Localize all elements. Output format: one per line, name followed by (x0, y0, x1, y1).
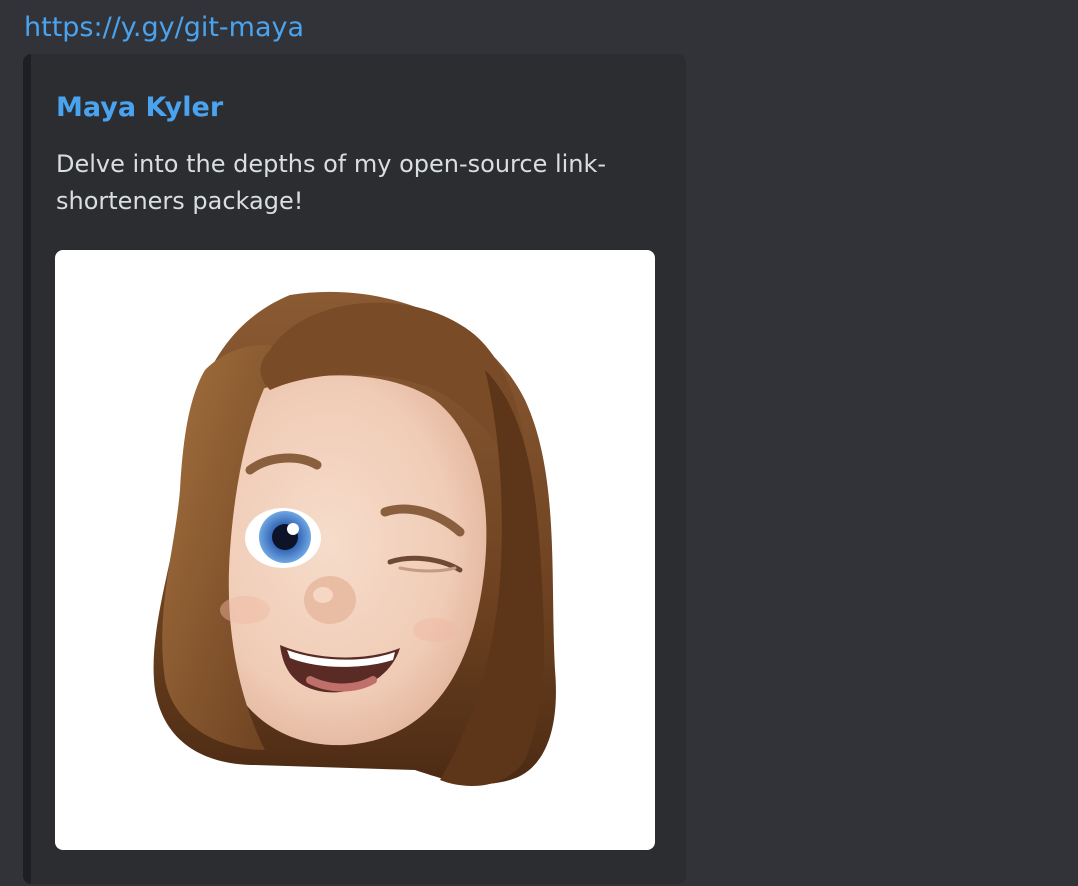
message-link[interactable]: https://y.gy/git-maya (24, 10, 304, 46)
memoji-avatar-winking-icon (153, 291, 556, 786)
chat-message-area: https://y.gy/git-maya Maya Kyler Delve i… (0, 0, 1078, 886)
link-embed: Maya Kyler Delve into the depths of my o… (23, 54, 686, 884)
embed-description: Delve into the depths of my open-source … (56, 150, 607, 215)
embed-image[interactable] (55, 250, 655, 850)
embed-accent-bar (23, 54, 31, 884)
embed-author-link[interactable]: Maya Kyler (56, 90, 223, 126)
